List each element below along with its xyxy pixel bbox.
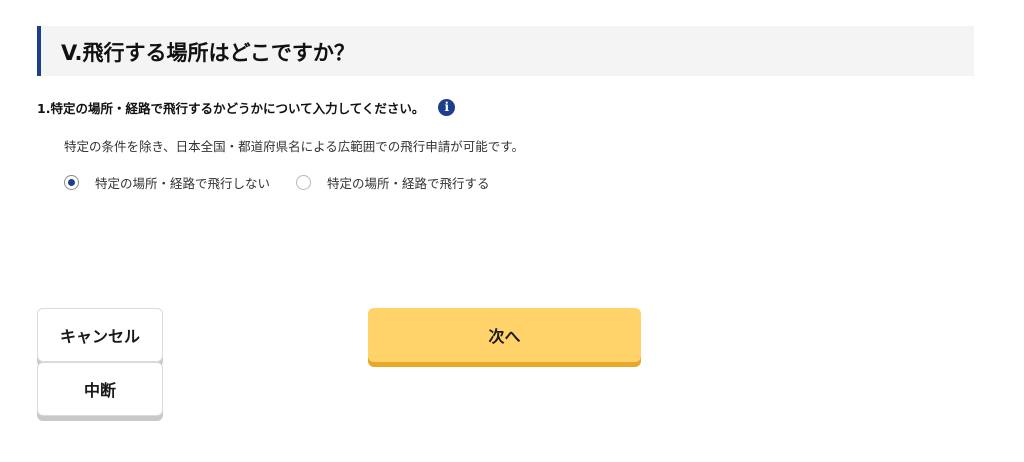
cancel-button[interactable]: キャンセル bbox=[37, 308, 163, 362]
question-label: 1.特定の場所・経路で飛行するかどうかについて入力してください。 bbox=[37, 100, 425, 116]
question-row: 1.特定の場所・経路で飛行するかどうかについて入力してください。 i bbox=[37, 97, 456, 117]
radio-option-specific-route[interactable]: 特定の場所・経路で飛行する bbox=[296, 173, 490, 192]
radio-group: 特定の場所・経路で飛行しない 特定の場所・経路で飛行する bbox=[64, 172, 516, 192]
radio-label: 特定の場所・経路で飛行しない bbox=[95, 175, 271, 191]
radio-label: 特定の場所・経路で飛行する bbox=[327, 175, 490, 191]
info-icon[interactable]: i bbox=[438, 98, 456, 116]
suspend-button[interactable]: 中断 bbox=[37, 362, 163, 416]
radio-option-no-specific-route[interactable]: 特定の場所・経路で飛行しない bbox=[64, 173, 270, 192]
next-button[interactable]: 次へ bbox=[368, 308, 641, 362]
radio-button-unselected[interactable] bbox=[296, 174, 312, 190]
section-title: V.飛行する場所はどこですか？ bbox=[61, 41, 355, 65]
section-header: V.飛行する場所はどこですか？ bbox=[37, 26, 974, 76]
radio-button-selected[interactable] bbox=[64, 174, 79, 190]
description-text: 特定の条件を除き、日本全国・都道府県名による広範囲での飛行申請が可能です。 bbox=[64, 139, 525, 154]
